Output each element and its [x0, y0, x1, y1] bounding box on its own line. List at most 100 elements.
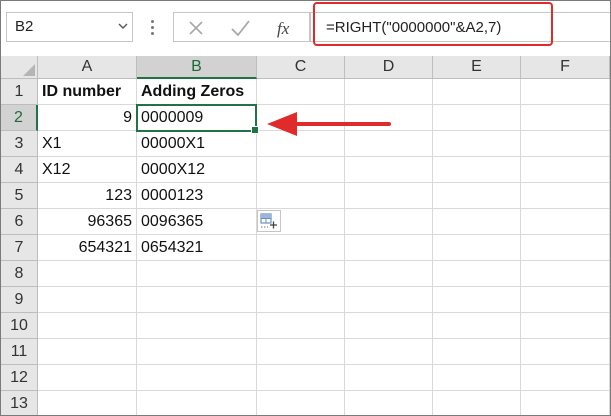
select-all-button[interactable] [1, 56, 38, 79]
empty-cell[interactable] [521, 365, 610, 391]
column-header-c[interactable]: C [257, 56, 345, 79]
empty-cell[interactable] [521, 261, 610, 287]
row-header-12[interactable]: 12 [1, 365, 38, 391]
row-header-9[interactable]: 9 [1, 287, 38, 313]
fx-icon[interactable]: fx [274, 16, 298, 40]
empty-cell[interactable] [521, 79, 610, 105]
empty-cell[interactable] [521, 209, 610, 235]
worksheet-grid[interactable]: A B C D E F 1 2 3 4 5 6 7 8 9 10 11 12 1… [1, 56, 610, 415]
formula-bar-splitter[interactable] [146, 14, 160, 40]
empty-cell[interactable] [137, 365, 257, 391]
row-header-3[interactable]: 3 [1, 131, 38, 157]
empty-cell[interactable] [521, 105, 610, 131]
empty-cell[interactable] [257, 235, 345, 261]
empty-cell[interactable] [137, 391, 257, 415]
empty-cell[interactable] [257, 79, 345, 105]
empty-cell[interactable] [137, 339, 257, 365]
chevron-down-icon[interactable] [118, 21, 128, 31]
empty-cell[interactable] [521, 183, 610, 209]
empty-cell[interactable] [345, 235, 433, 261]
empty-cell[interactable] [521, 131, 610, 157]
cell-b6[interactable]: 0096365 [137, 209, 257, 235]
empty-cell[interactable] [257, 313, 345, 339]
empty-cell[interactable] [345, 157, 433, 183]
empty-cell[interactable] [345, 209, 433, 235]
row-header-11[interactable]: 11 [1, 339, 38, 365]
empty-cell[interactable] [521, 339, 610, 365]
empty-cell[interactable] [521, 313, 610, 339]
empty-cell[interactable] [521, 157, 610, 183]
column-header-a[interactable]: A [38, 56, 137, 79]
empty-cell[interactable] [38, 365, 137, 391]
cell-a2[interactable]: 9 [38, 105, 137, 131]
column-header-b[interactable]: B [137, 56, 257, 79]
empty-cell[interactable] [38, 287, 137, 313]
empty-cell[interactable] [345, 79, 433, 105]
cell-a5[interactable]: 123 [38, 183, 137, 209]
row-header-2[interactable]: 2 [1, 105, 38, 131]
cell-a6[interactable]: 96365 [38, 209, 137, 235]
cell-b4[interactable]: 0000X12 [137, 157, 257, 183]
empty-cell[interactable] [521, 391, 610, 415]
empty-cell[interactable] [433, 105, 521, 131]
row-header-7[interactable]: 7 [1, 235, 38, 261]
row-header-6[interactable]: 6 [1, 209, 38, 235]
empty-cell[interactable] [345, 391, 433, 415]
cell-a1[interactable]: ID number [38, 79, 137, 105]
column-header-f[interactable]: F [521, 56, 610, 79]
empty-cell[interactable] [433, 79, 521, 105]
empty-cell[interactable] [433, 261, 521, 287]
cell-b3[interactable]: 00000X1 [137, 131, 257, 157]
empty-cell[interactable] [433, 339, 521, 365]
empty-cell[interactable] [433, 157, 521, 183]
empty-cell[interactable] [257, 365, 345, 391]
empty-cell[interactable] [433, 209, 521, 235]
empty-cell[interactable] [433, 365, 521, 391]
empty-cell[interactable] [433, 183, 521, 209]
empty-cell[interactable] [433, 391, 521, 415]
row-header-8[interactable]: 8 [1, 261, 38, 287]
x-icon[interactable] [184, 16, 208, 40]
empty-cell[interactable] [257, 391, 345, 415]
empty-cell[interactable] [345, 313, 433, 339]
empty-cell[interactable] [433, 235, 521, 261]
quick-analysis-button[interactable] [257, 210, 281, 232]
row-header-5[interactable]: 5 [1, 183, 38, 209]
empty-cell[interactable] [38, 339, 137, 365]
row-header-4[interactable]: 4 [1, 157, 38, 183]
empty-cell[interactable] [257, 183, 345, 209]
empty-cell[interactable] [137, 287, 257, 313]
empty-cell[interactable] [433, 313, 521, 339]
empty-cell[interactable] [345, 261, 433, 287]
row-header-13[interactable]: 13 [1, 391, 38, 415]
name-box[interactable]: B2 [6, 12, 133, 42]
empty-cell[interactable] [38, 313, 137, 339]
empty-cell[interactable] [345, 287, 433, 313]
row-header-1[interactable]: 1 [1, 79, 38, 105]
column-header-d[interactable]: D [345, 56, 433, 79]
cell-b5[interactable]: 0000123 [137, 183, 257, 209]
empty-cell[interactable] [137, 261, 257, 287]
empty-cell[interactable] [38, 391, 137, 415]
row-header-10[interactable]: 10 [1, 313, 38, 339]
cell-b2[interactable]: 0000009 [137, 105, 257, 131]
empty-cell[interactable] [345, 339, 433, 365]
empty-cell[interactable] [433, 131, 521, 157]
empty-cell[interactable] [521, 235, 610, 261]
empty-cell[interactable] [137, 313, 257, 339]
empty-cell[interactable] [345, 365, 433, 391]
empty-cell[interactable] [257, 339, 345, 365]
empty-cell[interactable] [345, 183, 433, 209]
cell-a4[interactable]: X12 [38, 157, 137, 183]
cell-b1[interactable]: Adding Zeros [137, 79, 257, 105]
empty-cell[interactable] [257, 261, 345, 287]
empty-cell[interactable] [521, 287, 610, 313]
empty-cell[interactable] [257, 157, 345, 183]
empty-cell[interactable] [257, 287, 345, 313]
cell-a7[interactable]: 654321 [38, 235, 137, 261]
cell-b7[interactable]: 0654321 [137, 235, 257, 261]
cell-a3[interactable]: X1 [38, 131, 137, 157]
column-header-e[interactable]: E [433, 56, 521, 79]
empty-cell[interactable] [433, 287, 521, 313]
check-icon[interactable] [228, 16, 252, 40]
